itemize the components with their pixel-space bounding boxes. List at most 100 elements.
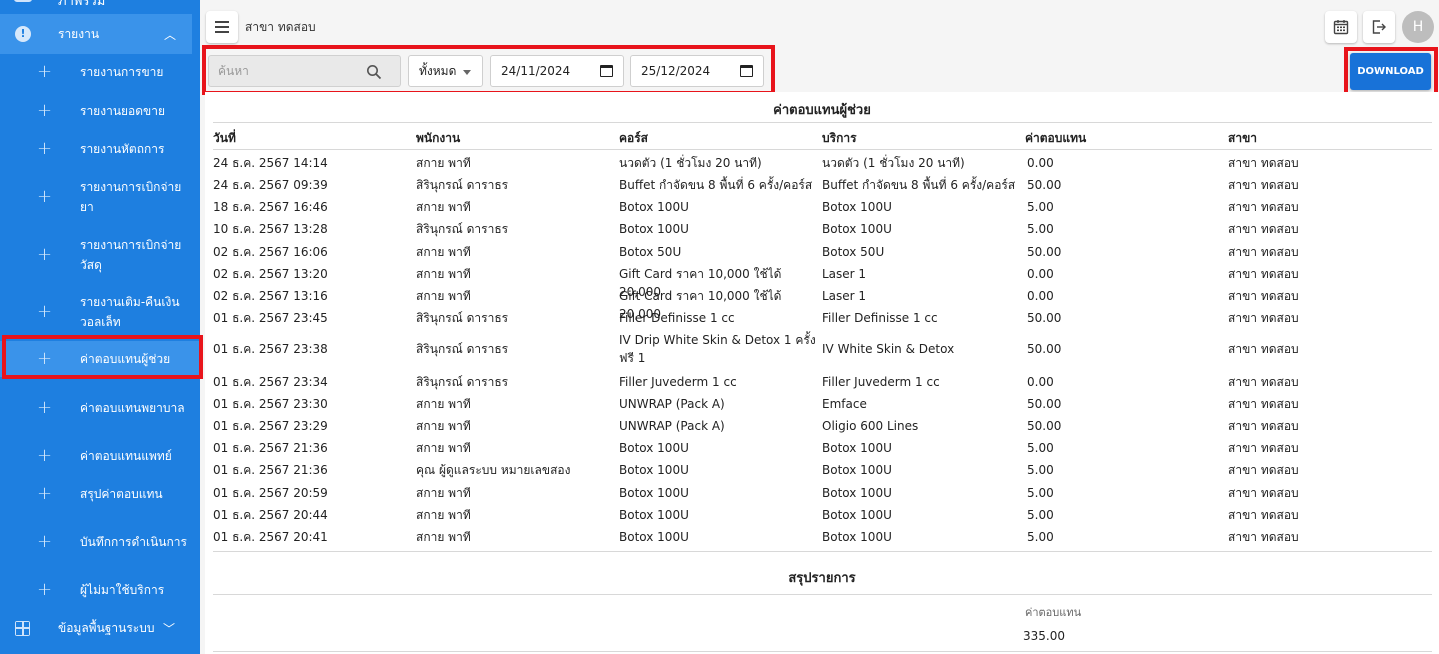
employee-cell: สิรินุกรณ์ ดาราธร (416, 311, 509, 325)
date-cell: 01 ธ.ค. 2567 21:36 (213, 441, 328, 455)
sidebar-item-sales-total-report[interactable]: + รายงานยอดขาย (0, 100, 200, 122)
commission-cell: 50.00 (1027, 245, 1062, 259)
search-icon[interactable] (366, 64, 382, 80)
branch-cell: สาขา ทดสอบ (1228, 245, 1299, 259)
branch-cell: สาขา ทดสอบ (1228, 342, 1299, 356)
divider (213, 594, 1432, 595)
employee-cell: สกาย พาที (416, 486, 471, 500)
service-cell: IV White Skin & Detox (822, 342, 955, 356)
plus-icon: + (37, 61, 53, 82)
plus-icon: + (37, 244, 53, 265)
calendar-button[interactable] (1325, 11, 1357, 43)
sidebar-item-no-show[interactable]: + ผู้ไม่มาใช้บริการ (0, 579, 200, 601)
plus-icon: + (37, 483, 53, 504)
course-cell: Filler Definisse 1 cc (619, 311, 735, 325)
table-row: 02 ธ.ค. 2567 13:16 สกาย พาที Gift Card ราค… (205, 287, 1439, 321)
sidebar-item-supply-withdrawal-report[interactable]: + รายงานการเบิกจ่ายวัสดุ (0, 234, 200, 276)
search-input[interactable] (209, 56, 359, 86)
employee-cell: สกาย พาที (416, 441, 471, 455)
employee-cell: สกาย พาที (416, 397, 471, 411)
sidebar-item-procedure-report[interactable]: + รายงานหัตถการ (0, 138, 200, 160)
sidebar-item-drug-withdrawal-report[interactable]: + รายงานการเบิกจ่ายยา (0, 176, 200, 218)
sidebar-item-assistant-commission[interactable]: + ค่าตอบแทนผู้ช่วย (0, 341, 200, 377)
divider (213, 651, 1432, 652)
logout-button[interactable] (1363, 11, 1395, 43)
date-cell: 24 ธ.ค. 2567 14:14 (213, 156, 328, 170)
branch-cell: สาขา ทดสอบ (1228, 289, 1299, 303)
table-row: 01 ธ.ค. 2567 23:30 สกาย พาที UNWRAP (Pack … (205, 395, 1439, 413)
sidebar-item-label: รายงานการเบิกจ่ายยา (80, 180, 182, 214)
sidebar-item-label: สรุปค่าตอบแทน (80, 487, 163, 501)
commission-cell: 5.00 (1027, 463, 1054, 477)
start-date-value: 24/11/2024 (501, 64, 571, 78)
date-cell: 01 ธ.ค. 2567 23:29 (213, 419, 328, 433)
date-cell: 01 ธ.ค. 2567 23:34 (213, 375, 328, 389)
sidebar-item-overview[interactable]: ภาพรวม (0, 0, 200, 9)
branch-cell: สาขา ทดสอบ (1228, 222, 1299, 236)
sidebar-item-wallet-report[interactable]: + รายงานเติม-คืนเงินวอลเล็ท (0, 291, 200, 333)
branch-cell: สาขา ทดสอบ (1228, 375, 1299, 389)
branch-cell: สาขา ทดสอบ (1228, 441, 1299, 455)
service-cell: Emface (822, 397, 867, 411)
sidebar-item-label: ผู้ไม่มาใช้บริการ (80, 583, 165, 597)
service-cell: Botox 100U (822, 530, 892, 544)
service-cell: Botox 100U (822, 508, 892, 522)
branch-cell: สาขา ทดสอบ (1228, 508, 1299, 522)
download-button[interactable]: DOWNLOAD (1350, 53, 1431, 90)
logout-icon (1372, 20, 1386, 34)
course-cell: Botox 50U (619, 245, 682, 259)
sidebar-item-sales-report[interactable]: + รายงานการขาย (0, 61, 200, 83)
start-date-field[interactable]: 24/11/2024 (490, 55, 624, 87)
table-row: 01 ธ.ค. 2567 21:36 คุณ ผู้ดูแลระบบ หมายเล… (205, 461, 1439, 479)
menu-button[interactable] (206, 11, 238, 43)
sidebar-item-label: บันทึกการดำเนินการ (80, 535, 187, 549)
course-cell: Botox 100U (619, 441, 689, 455)
service-cell: Oligio 600 Lines (822, 419, 919, 433)
sidebar-item-doctor-commission[interactable]: + ค่าตอบแทนแพทย์ (0, 445, 200, 467)
sidebar-group-reports[interactable]: ! รายงาน ︿ (0, 14, 192, 54)
course-cell: Buffet กำจัดขน 8 พื้นที่ 6 ครั้ง/คอร์ส (619, 178, 813, 192)
commission-cell: 50.00 (1027, 419, 1062, 433)
course-cell: UNWRAP (Pack A) (619, 419, 725, 433)
end-date-field[interactable]: 25/12/2024 (630, 55, 764, 87)
course-cell: Botox 100U (619, 463, 689, 477)
table-row: 24 ธ.ค. 2567 09:39 สิรินุกรณ์ ดาราธร Buffe… (205, 176, 1439, 194)
report-panel: ค่าตอบแทนผู้ช่วย วันที่ พนักงาน คอร์ส บร… (205, 92, 1439, 654)
course-cell: Botox 100U (619, 530, 689, 544)
sidebar-item-commission-summary[interactable]: + สรุปค่าตอบแทน (0, 483, 200, 505)
employee-cell: สิรินุกรณ์ ดาราธร (416, 342, 509, 356)
table-row: 01 ธ.ค. 2567 23:45 สิรินุกรณ์ ดาราธร Fille… (205, 309, 1439, 327)
sidebar-group-master-data[interactable]: ข้อมูลพื้นฐานระบบ ﹀ (0, 612, 200, 644)
branch-cell: สาขา ทดสอบ (1228, 486, 1299, 500)
sidebar-item-activity-log[interactable]: + บันทึกการดำเนินการ (0, 521, 200, 563)
sidebar-item-label: ค่าตอบแทนพยาบาล (80, 401, 185, 415)
calendar-icon[interactable] (600, 65, 613, 77)
sidebar-item-label: รายงานยอดขาย (80, 104, 166, 118)
sidebar-item-nurse-commission[interactable]: + ค่าตอบแทนพยาบาล (0, 387, 200, 429)
service-cell: นวดตัว (1 ชั่วโมง 20 นาที) (822, 156, 965, 170)
date-cell: 24 ธ.ค. 2567 09:39 (213, 178, 328, 192)
select-value: ทั้งหมด (419, 63, 457, 78)
employee-cell: สิรินุกรณ์ ดาราธร (416, 375, 509, 389)
sidebar-group-label: ข้อมูลพื้นฐานระบบ (58, 620, 155, 635)
type-select[interactable]: ทั้งหมด (408, 55, 483, 87)
employee-cell: สกาย พาที (416, 508, 471, 522)
menu-icon (215, 21, 229, 23)
date-cell: 01 ธ.ค. 2567 23:45 (213, 311, 328, 325)
sidebar-item-label: ค่าตอบแทนแพทย์ (80, 449, 172, 463)
avatar[interactable]: H (1402, 11, 1434, 43)
date-cell: 18 ธ.ค. 2567 16:46 (213, 200, 328, 214)
dashboard-icon (14, 0, 32, 2)
commission-cell: 50.00 (1027, 342, 1062, 356)
course-cell: Botox 100U (619, 508, 689, 522)
table-row: 01 ธ.ค. 2567 23:34 สิรินุกรณ์ ดาราธร Fille… (205, 373, 1439, 391)
plus-icon: + (37, 397, 53, 418)
commission-cell: 5.00 (1027, 530, 1054, 544)
sidebar-item-label: ค่าตอบแทนผู้ช่วย (80, 352, 171, 366)
caret-down-icon (463, 70, 471, 75)
commission-cell: 5.00 (1027, 486, 1054, 500)
employee-cell: สกาย พาที (416, 530, 471, 544)
calendar-icon[interactable] (740, 65, 753, 77)
service-cell: Filler Definisse 1 cc (822, 311, 938, 325)
end-date-value: 25/12/2024 (641, 64, 711, 78)
